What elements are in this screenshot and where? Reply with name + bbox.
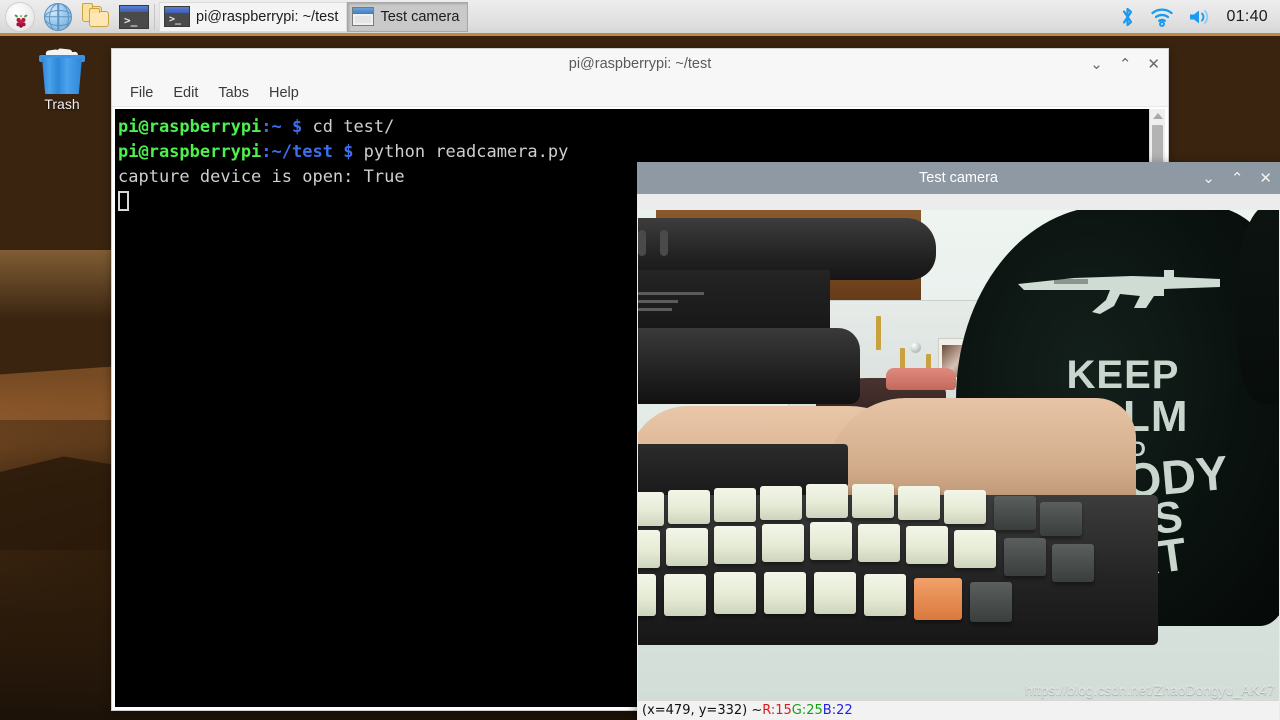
- maximize-icon[interactable]: ⌃: [1231, 170, 1244, 186]
- taskbar-window-terminal-label: pi@raspberrypi: ~/test: [196, 8, 339, 25]
- camera-status-bar: (x=479, y=332) ~ R:15 G:25 B:22: [638, 700, 1279, 720]
- terminal-titlebar[interactable]: pi@raspberrypi: ~/test ⌄ ⌃ ✕: [112, 49, 1168, 79]
- clock[interactable]: 01:40: [1226, 8, 1268, 26]
- terminal-icon: >_: [164, 6, 190, 27]
- camera-video-view[interactable]: KEEP CALM AND NOBODY GETS HURT: [638, 210, 1279, 700]
- close-icon[interactable]: ✕: [1259, 170, 1272, 186]
- terminal-command-1: cd test/: [312, 117, 395, 137]
- trash-bin-icon: [37, 48, 87, 94]
- pixel-red: R:15: [762, 703, 792, 718]
- minimize-icon[interactable]: ⌄: [1202, 170, 1215, 186]
- taskbar: >_ >_ pi@raspberrypi: ~/test Test camera: [0, 0, 1280, 36]
- terminal-title-text: pi@raspberrypi: ~/test: [568, 56, 712, 72]
- terminal-icon: >_: [119, 4, 149, 29]
- camera-titlebar[interactable]: Test camera ⌄ ⌃ ✕: [637, 162, 1280, 194]
- file-manager-button[interactable]: [80, 1, 112, 33]
- taskbar-separator: [154, 3, 155, 30]
- scroll-up-icon[interactable]: [1153, 113, 1163, 119]
- close-icon[interactable]: ✕: [1147, 56, 1160, 72]
- tshirt-line-1: KEEP: [1066, 353, 1180, 397]
- terminal-window-controls: ⌄ ⌃ ✕: [1090, 56, 1160, 72]
- terminal-output: capture device is open: True: [118, 167, 405, 187]
- keyboard-keys: [638, 482, 1122, 627]
- wifi-icon[interactable]: [1150, 7, 1174, 27]
- menu-file[interactable]: File: [130, 85, 153, 101]
- trash-label: Trash: [44, 96, 80, 112]
- window-icon: [352, 7, 375, 26]
- terminal-launcher-button[interactable]: >_: [118, 1, 150, 33]
- raspberry-icon: [5, 1, 35, 32]
- minimize-icon[interactable]: ⌄: [1090, 56, 1103, 72]
- prompt-sigil: $: [281, 117, 313, 137]
- maximize-icon[interactable]: ⌃: [1119, 56, 1132, 72]
- prompt-path-2: :~/test: [261, 142, 333, 162]
- terminal-cursor: [118, 191, 129, 211]
- taskbar-window-camera[interactable]: Test camera: [347, 1, 469, 32]
- desktop-icon-trash[interactable]: Trash: [30, 48, 94, 112]
- pixel-green: G:25: [791, 703, 823, 718]
- menu-help[interactable]: Help: [269, 85, 299, 101]
- camera-content-pad: KEEP CALM AND NOBODY GETS HURT: [637, 194, 1280, 720]
- terminal-command-2: python readcamera.py: [363, 142, 569, 162]
- system-tray: 01:40: [1119, 6, 1280, 28]
- raspberry-menu-button[interactable]: [4, 1, 36, 33]
- prompt-user: pi@raspberrypi: [118, 117, 262, 137]
- taskbar-launchers: >_: [0, 1, 150, 33]
- camera-window-controls: ⌄ ⌃ ✕: [1202, 170, 1272, 186]
- pixel-coords: (x=479, y=332) ~: [642, 703, 763, 718]
- folder-icon: [81, 2, 111, 30]
- webcam-scene: KEEP CALM AND NOBODY GETS HURT: [638, 210, 1279, 700]
- bluetooth-icon[interactable]: [1119, 6, 1136, 28]
- globe-icon: [44, 2, 72, 31]
- prompt-path: :~: [261, 117, 282, 137]
- taskbar-window-camera-label: Test camera: [380, 8, 460, 25]
- volume-icon[interactable]: [1188, 7, 1212, 27]
- prompt-user-2: pi@raspberrypi: [118, 142, 262, 162]
- menu-edit[interactable]: Edit: [173, 85, 198, 101]
- ak47-rifle-icon: [1018, 270, 1220, 314]
- taskbar-window-terminal[interactable]: >_ pi@raspberrypi: ~/test: [159, 1, 348, 32]
- terminal-menubar: File Edit Tabs Help: [112, 79, 1168, 107]
- camera-window[interactable]: Test camera ⌄ ⌃ ✕ KEEP https://blog.csdn…: [637, 162, 1280, 720]
- web-browser-button[interactable]: [42, 1, 74, 33]
- camera-title-text: Test camera: [919, 170, 998, 186]
- prompt-sigil-2: $: [332, 142, 364, 162]
- pixel-blue: B:22: [822, 703, 853, 718]
- watermark-text: https://blog.csdn.net/ZhaoDongyu_AK47: [1025, 683, 1275, 698]
- menu-tabs[interactable]: Tabs: [218, 85, 249, 101]
